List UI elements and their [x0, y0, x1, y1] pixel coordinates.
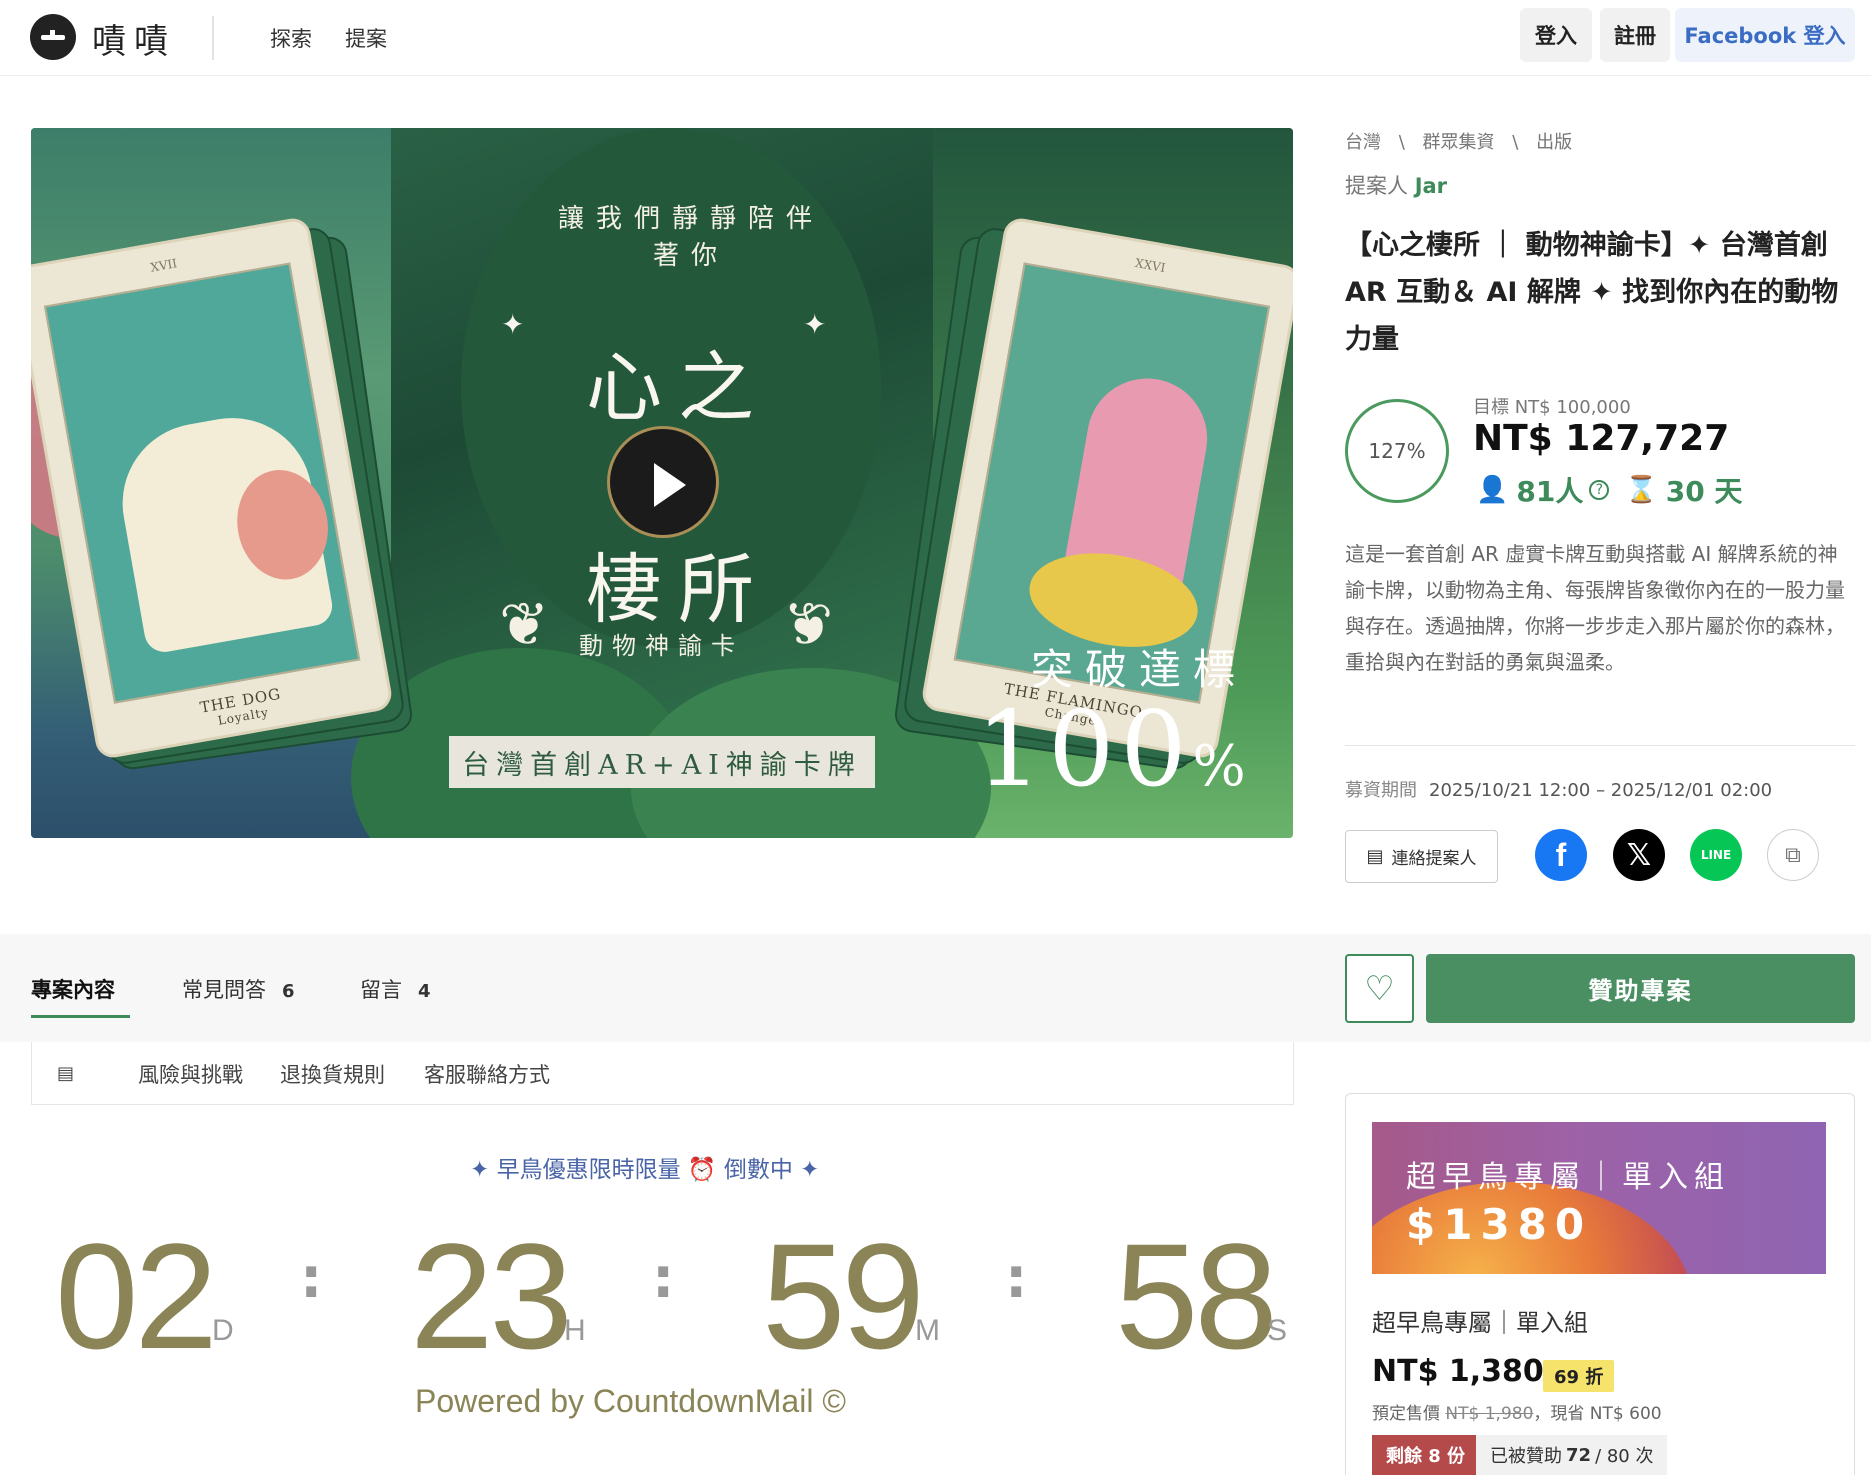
heart-icon: ♡	[1364, 968, 1395, 1009]
favorite-button[interactable]: ♡	[1345, 954, 1414, 1023]
breadcrumb-item[interactable]: 出版	[1536, 132, 1572, 153]
nav-propose[interactable]: 提案	[345, 23, 387, 53]
project-stats: 👤 81人 ? ⌛ 30 天	[1476, 470, 1742, 510]
countdown-colon: :	[1005, 1246, 1028, 1311]
tab-faq[interactable]: 常見問答 6	[182, 974, 295, 1004]
backed-count-badge: 已被贊助 72/ 80 次	[1476, 1435, 1668, 1475]
countdown-colon: :	[300, 1246, 323, 1311]
tab-comments[interactable]: 留言 4	[360, 974, 431, 1004]
amount-raised: NT$ 127,727	[1473, 418, 1730, 459]
countdown-days: 02	[55, 1212, 218, 1380]
remaining-badge: 剩餘 8 份	[1372, 1435, 1480, 1475]
project-title: 【心之棲所 ｜ 動物神諭卡】✦ 台灣首創 AR 互動＆ AI 解牌 ✦ 找到你內…	[1345, 230, 1839, 355]
x-share-icon[interactable]: 𝕏	[1613, 829, 1665, 881]
reward-original-price: 預定售價 NT$ 1,980，現省 NT$ 600	[1372, 1404, 1662, 1424]
proposer: 提案人 Jar	[1345, 174, 1448, 198]
message-icon: ▤	[1366, 846, 1384, 867]
discount-badge: 69 折	[1543, 1360, 1615, 1392]
subtab-risks[interactable]: 風險與挑戰	[138, 1059, 243, 1089]
countdown-seconds: 58	[1115, 1212, 1278, 1380]
proposer-name[interactable]: Jar	[1415, 174, 1447, 198]
active-tab-indicator	[31, 1015, 130, 1018]
subtab-returns[interactable]: 退換貨規則	[280, 1059, 385, 1089]
help-icon[interactable]: ?	[1589, 480, 1610, 500]
divider	[1345, 745, 1855, 746]
countdown-minutes-unit: M	[915, 1314, 940, 1347]
breadcrumb: 台灣 \ 群眾集資 \ 出版	[1345, 132, 1573, 153]
laurel-right-icon: ❦	[783, 590, 834, 660]
days-left: 30 天	[1665, 475, 1743, 508]
countdown-seconds-unit: S	[1267, 1314, 1288, 1347]
countdown-hours-unit: H	[564, 1314, 586, 1347]
reward-image[interactable]: 超早鳥專屬｜單入組 $1380	[1372, 1122, 1826, 1274]
reward-price: NT$ 1,380	[1372, 1354, 1544, 1389]
breadcrumb-item[interactable]: 台灣	[1345, 132, 1381, 153]
person-icon: 👤	[1476, 475, 1509, 505]
sparkle-icon: ✦	[803, 308, 827, 341]
facebook-share-icon[interactable]: f	[1535, 829, 1587, 881]
logo-text[interactable]: 嘖嘖	[92, 14, 176, 63]
countdown-colon: :	[652, 1246, 675, 1311]
reward-name: 超早鳥專屬｜單入組	[1372, 1309, 1588, 1337]
funding-goal: 目標 NT$ 100,000	[1473, 397, 1631, 418]
line-share-icon[interactable]: LINE	[1690, 829, 1742, 881]
progress-ring: 127%	[1345, 399, 1449, 503]
sparkle-icon: ✦	[501, 308, 525, 341]
countdown-powered-by[interactable]: Powered by CountdownMail ©	[415, 1383, 846, 1420]
nav-explore[interactable]: 探索	[270, 23, 312, 53]
logo-icon[interactable]	[30, 14, 76, 60]
countdown-days-unit: D	[212, 1314, 234, 1347]
hero-banner: 台灣首創AR+AI神諭卡牌	[449, 736, 875, 788]
register-button[interactable]: 註冊	[1600, 8, 1670, 62]
hero-video[interactable]: XVII THE DOG Loyalty XXVI THE FLAMINGO Cha…	[31, 128, 1293, 838]
breadcrumb-item[interactable]: 群眾集資	[1423, 132, 1495, 153]
facebook-login-button[interactable]: Facebook 登入	[1675, 8, 1855, 62]
support-project-button[interactable]: 贊助專案	[1426, 954, 1855, 1023]
tab-content[interactable]: 專案內容	[31, 974, 115, 1004]
hero-title-line2: 棲所	[586, 545, 770, 634]
milestone-value: 100%	[976, 688, 1252, 810]
login-button[interactable]: 登入	[1520, 8, 1592, 62]
countdown-title: ✦ 早鳥優惠限時限量 ⏰ 倒數中 ✦	[470, 1157, 820, 1183]
project-description: 這是一套首創 AR 虛實卡牌互動與搭載 AI 解牌系統的神諭卡牌，以動物為主角、…	[1345, 542, 1845, 674]
hero-subtitle: 動物神諭卡	[579, 632, 744, 660]
backer-count: 81人	[1516, 475, 1584, 508]
copy-link-icon[interactable]: ⧉	[1767, 829, 1819, 881]
funding-period: 募資期間 2025/10/21 12:00 – 2025/12/01 02:00	[1345, 780, 1773, 801]
subtab-customer-service[interactable]: 客服聯絡方式	[424, 1059, 550, 1089]
countdown-minutes: 59	[762, 1212, 925, 1380]
play-button[interactable]	[607, 426, 719, 538]
laurel-left-icon: ❦	[499, 590, 550, 660]
play-icon	[654, 463, 686, 507]
document-icon: ▤	[57, 1063, 75, 1084]
site-header: 嘖嘖 探索 提案 登入 註冊 Facebook 登入	[0, 0, 1871, 76]
hourglass-icon: ⌛	[1625, 475, 1658, 505]
countdown-hours: 23	[410, 1212, 573, 1380]
contact-proposer-button[interactable]: ▤ 連絡提案人	[1345, 830, 1498, 883]
hero-title-line1: 心之	[586, 343, 770, 432]
header-divider	[212, 16, 214, 60]
hero-arc-text: 讓我們靜靜陪伴著你	[557, 204, 824, 271]
